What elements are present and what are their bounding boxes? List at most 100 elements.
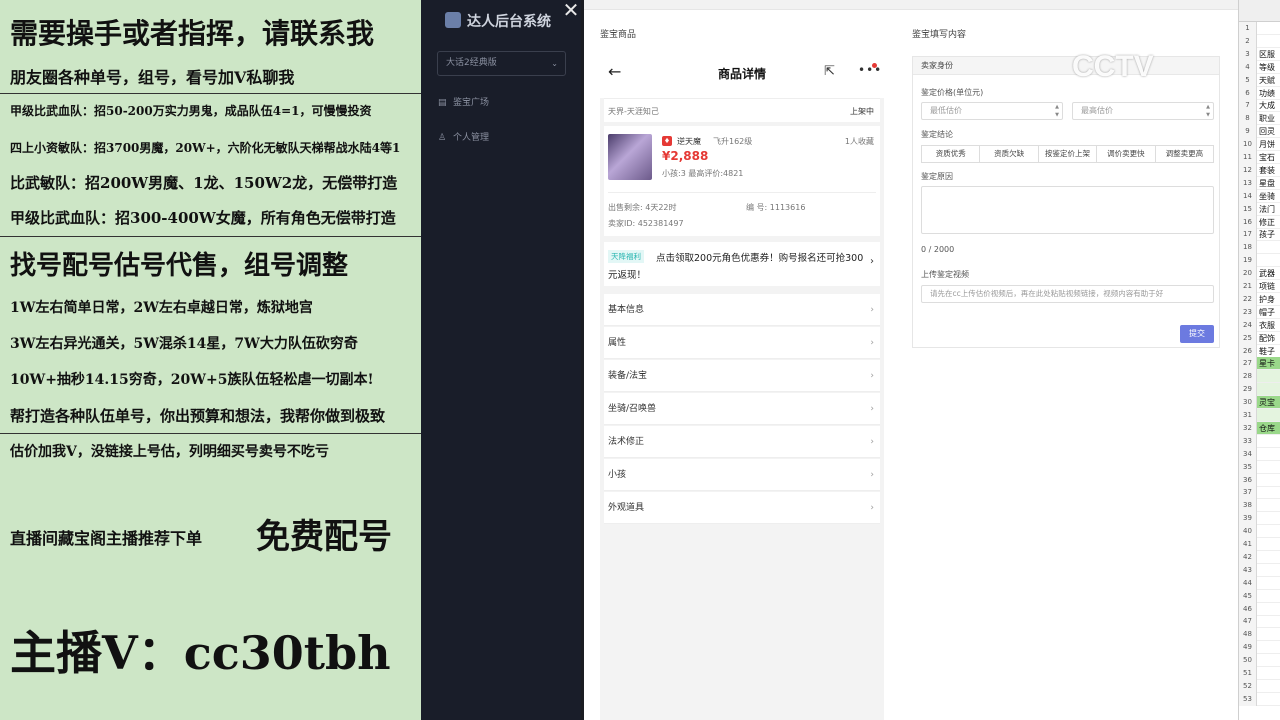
row-number[interactable]: 16 — [1239, 215, 1257, 229]
row-number[interactable]: 37 — [1239, 486, 1257, 500]
sheet-cell[interactable]: 武器 — [1257, 267, 1280, 281]
row-number[interactable]: 36 — [1239, 473, 1257, 487]
sheet-cell[interactable]: 大成 — [1257, 99, 1280, 113]
row-number[interactable]: 6 — [1239, 86, 1257, 100]
row-appearance[interactable]: 外观道具 › — [604, 492, 880, 524]
row-number[interactable]: 43 — [1239, 563, 1257, 577]
character-card[interactable]: ♦ 逆天魔 飞升162级 1人收藏 ¥2,888 小孩:3 最高评价:4821 … — [604, 126, 880, 236]
sheet-cell[interactable] — [1257, 486, 1280, 500]
sheet-cell[interactable] — [1257, 680, 1280, 693]
option-sell-higher[interactable]: 调整卖更高 — [1155, 145, 1215, 163]
option-list-at-price[interactable]: 按鉴定价上架 — [1038, 145, 1098, 163]
close-icon[interactable]: ✕ — [561, 0, 581, 21]
row-basic-info[interactable]: 基本信息 › — [604, 294, 880, 326]
sheet-cell[interactable] — [1257, 615, 1280, 629]
row-number[interactable]: 41 — [1239, 538, 1257, 551]
sheet-cell[interactable] — [1257, 241, 1280, 255]
row-number[interactable]: 17 — [1239, 228, 1257, 242]
sheet-cell[interactable] — [1257, 603, 1280, 616]
share-icon[interactable]: ⇱ — [824, 64, 835, 79]
row-children[interactable]: 小孩 › — [604, 459, 880, 491]
row-number[interactable]: 18 — [1239, 241, 1257, 255]
max-price-input[interactable]: 最高估价 ▲ ▼ — [1072, 102, 1214, 120]
row-number[interactable]: 40 — [1239, 525, 1257, 539]
sheet-cell[interactable]: 套装 — [1257, 164, 1280, 177]
row-number[interactable]: 38 — [1239, 499, 1257, 513]
sheet-cell[interactable]: 仓库 — [1257, 421, 1280, 435]
row-number[interactable]: 14 — [1239, 189, 1257, 203]
sheet-cell[interactable]: 等级 — [1257, 61, 1280, 74]
row-equipment[interactable]: 装备/法宝 › — [604, 360, 880, 392]
row-number[interactable]: 21 — [1239, 280, 1257, 293]
row-number[interactable]: 48 — [1239, 628, 1257, 642]
row-number[interactable]: 47 — [1239, 615, 1257, 629]
row-mounts[interactable]: 坐骑/召唤兽 › — [604, 393, 880, 425]
sheet-cell[interactable]: 孩子 — [1257, 228, 1280, 242]
row-number[interactable]: 19 — [1239, 254, 1257, 268]
row-number[interactable]: 1 — [1239, 22, 1257, 35]
row-number[interactable]: 5 — [1239, 73, 1257, 87]
row-number[interactable]: 35 — [1239, 460, 1257, 474]
video-link-input[interactable]: 请先在cc上传估价视频后，再在此处粘贴视频链接，视频内容有助于好 — [921, 285, 1214, 303]
sheet-cell[interactable] — [1257, 590, 1280, 603]
row-number[interactable]: 3 — [1239, 47, 1257, 61]
sheet-cell[interactable]: 坐骑 — [1257, 190, 1280, 203]
game-select[interactable]: 大话2经典版 ⌄ — [437, 51, 566, 76]
row-number[interactable]: 52 — [1239, 679, 1257, 693]
row-number[interactable]: 13 — [1239, 176, 1257, 190]
sheet-cell[interactable]: 职业 — [1257, 112, 1280, 126]
sheet-cell[interactable] — [1257, 564, 1280, 577]
sheet-cell[interactable] — [1257, 628, 1280, 642]
row-number[interactable]: 28 — [1239, 370, 1257, 384]
more-icon[interactable]: ••• — [858, 63, 882, 77]
row-number[interactable]: 24 — [1239, 318, 1257, 332]
sheet-cell[interactable] — [1257, 35, 1280, 48]
row-number[interactable]: 7 — [1239, 99, 1257, 113]
sheet-cell[interactable] — [1257, 538, 1280, 551]
option-lacking[interactable]: 资质欠缺 — [980, 145, 1039, 163]
sheet-cell[interactable]: 月饼 — [1257, 138, 1280, 152]
row-number[interactable]: 23 — [1239, 305, 1257, 319]
row-number[interactable]: 25 — [1239, 331, 1257, 345]
row-number[interactable]: 49 — [1239, 641, 1257, 655]
stepper-icon[interactable]: ▲ ▼ — [1055, 103, 1059, 119]
sheet-cell[interactable]: 修正 — [1257, 216, 1280, 229]
sheet-cell[interactable] — [1257, 654, 1280, 668]
row-number[interactable]: 8 — [1239, 112, 1257, 126]
sheet-cell[interactable] — [1257, 641, 1280, 655]
sheet-cell[interactable] — [1257, 499, 1280, 513]
row-number[interactable]: 27 — [1239, 357, 1257, 371]
sheet-cell[interactable] — [1257, 577, 1280, 590]
sheet-cell[interactable] — [1257, 512, 1280, 526]
sheet-cell[interactable]: 灵宝 — [1257, 396, 1280, 410]
row-number[interactable]: 50 — [1239, 654, 1257, 668]
sheet-cell[interactable]: 星卡 — [1257, 357, 1280, 371]
sheet-cell[interactable]: 区服 — [1257, 48, 1280, 61]
nav-item-appraisal-square[interactable]: ▤ 鉴宝广场 — [438, 95, 489, 108]
sheet-cell[interactable]: 护身 — [1257, 293, 1280, 306]
option-excellent[interactable]: 资质优秀 — [921, 145, 981, 163]
stepper-icon[interactable]: ▲ ▼ — [1206, 103, 1210, 119]
row-number[interactable]: 10 — [1239, 138, 1257, 152]
sheet-cell[interactable]: 天赋 — [1257, 74, 1280, 87]
reason-textarea[interactable] — [921, 186, 1214, 234]
sheet-cell[interactable]: 宝石 — [1257, 151, 1280, 164]
sheet-cell[interactable]: 功绩 — [1257, 87, 1280, 100]
row-number[interactable]: 51 — [1239, 667, 1257, 680]
sheet-cell[interactable]: 配饰 — [1257, 332, 1280, 345]
sheet-cell[interactable] — [1257, 461, 1280, 474]
sheet-cell[interactable]: 法门 — [1257, 203, 1280, 216]
min-price-input[interactable]: 最低估价 ▲ ▼ — [921, 102, 1063, 120]
row-number[interactable]: 42 — [1239, 550, 1257, 564]
sheet-cell[interactable] — [1257, 525, 1280, 539]
sheet-cell[interactable]: 星盘 — [1257, 177, 1280, 190]
row-number[interactable]: 33 — [1239, 434, 1257, 448]
option-sell-faster[interactable]: 调价卖更快 — [1097, 145, 1156, 163]
nav-item-personal[interactable]: ♙ 个人管理 — [438, 130, 489, 143]
sheet-cell[interactable] — [1257, 383, 1280, 397]
row-number[interactable]: 29 — [1239, 383, 1257, 397]
row-number[interactable]: 2 — [1239, 34, 1257, 48]
row-number[interactable]: 32 — [1239, 421, 1257, 435]
row-number[interactable]: 45 — [1239, 589, 1257, 603]
sheet-cell[interactable]: 衣服 — [1257, 319, 1280, 332]
